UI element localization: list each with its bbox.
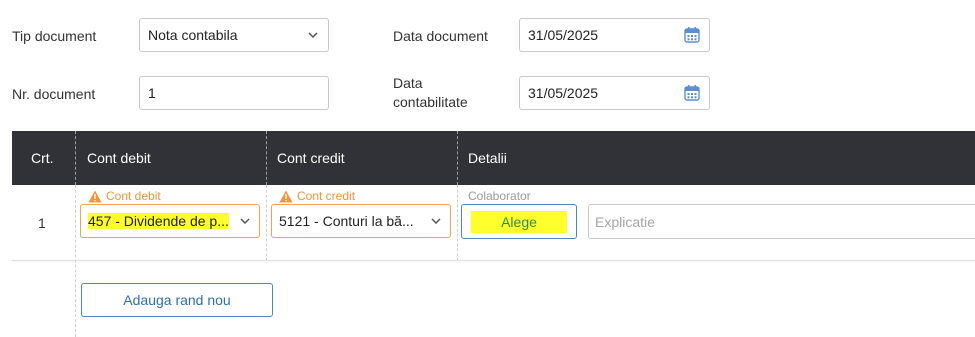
add-row-button[interactable]: Adauga rand nou — [81, 283, 273, 317]
header-cont-credit: Cont credit — [277, 150, 345, 166]
data-document-value: 31/05/2025 — [528, 27, 599, 43]
cont-debit-value: 457 - Dividende de p... — [88, 213, 229, 229]
nr-document-value: 1 — [148, 85, 156, 101]
cont-credit-select[interactable]: 5121 - Conturi la bă... — [271, 204, 451, 238]
explicatie-placeholder: Explicatie — [595, 213, 655, 230]
cont-credit-value: 5121 - Conturi la bă... — [279, 213, 414, 229]
cont-debit-hint: Cont debit — [88, 189, 161, 203]
explicatie-input[interactable]: Explicatie — [588, 204, 975, 239]
column-divider — [266, 185, 267, 261]
cont-credit-hint-text: Cont credit — [297, 189, 356, 203]
calendar-icon[interactable] — [683, 26, 701, 44]
alege-colaborator-button[interactable]: Alege — [461, 204, 577, 239]
column-divider — [457, 185, 458, 261]
data-contabilitate-label-line2: contabilitate — [393, 94, 468, 110]
table-header: Crt. Cont debit Cont credit Detalii — [12, 131, 975, 185]
chevron-down-icon — [240, 218, 250, 225]
nr-document-label: Nr. document — [12, 86, 96, 102]
header-detalii: Detalii — [468, 150, 507, 166]
data-document-field[interactable]: 31/05/2025 — [519, 18, 710, 52]
nr-document-input[interactable]: 1 — [139, 76, 329, 110]
data-contabilitate-label-line1: Data — [393, 75, 423, 91]
colaborator-label: Colaborator — [468, 189, 531, 203]
warning-icon — [88, 190, 102, 202]
column-divider — [457, 131, 458, 185]
tip-document-select[interactable]: Nota contabila — [139, 18, 329, 52]
column-divider — [75, 131, 76, 185]
tip-document-label: Tip document — [12, 28, 97, 44]
cont-credit-hint: Cont credit — [279, 189, 355, 203]
header-crt: Crt. — [31, 150, 54, 166]
chevron-down-icon — [431, 218, 441, 225]
warning-icon — [279, 190, 293, 202]
header-cont-debit: Cont debit — [87, 150, 151, 166]
data-contabilitate-value: 31/05/2025 — [528, 85, 599, 101]
row-crt: 1 — [38, 215, 46, 231]
cont-debit-select[interactable]: 457 - Dividende de p... — [80, 204, 260, 238]
data-document-label: Data document — [393, 28, 488, 44]
calendar-icon[interactable] — [683, 84, 701, 102]
alege-button-label: Alege — [471, 210, 567, 233]
cont-debit-hint-text: Cont debit — [106, 189, 161, 203]
tip-document-value: Nota contabila — [148, 27, 238, 43]
row-separator — [12, 260, 975, 261]
column-divider — [75, 185, 76, 337]
column-divider — [266, 131, 267, 185]
data-contabilitate-field[interactable]: 31/05/2025 — [519, 76, 710, 110]
chevron-down-icon — [308, 32, 318, 39]
